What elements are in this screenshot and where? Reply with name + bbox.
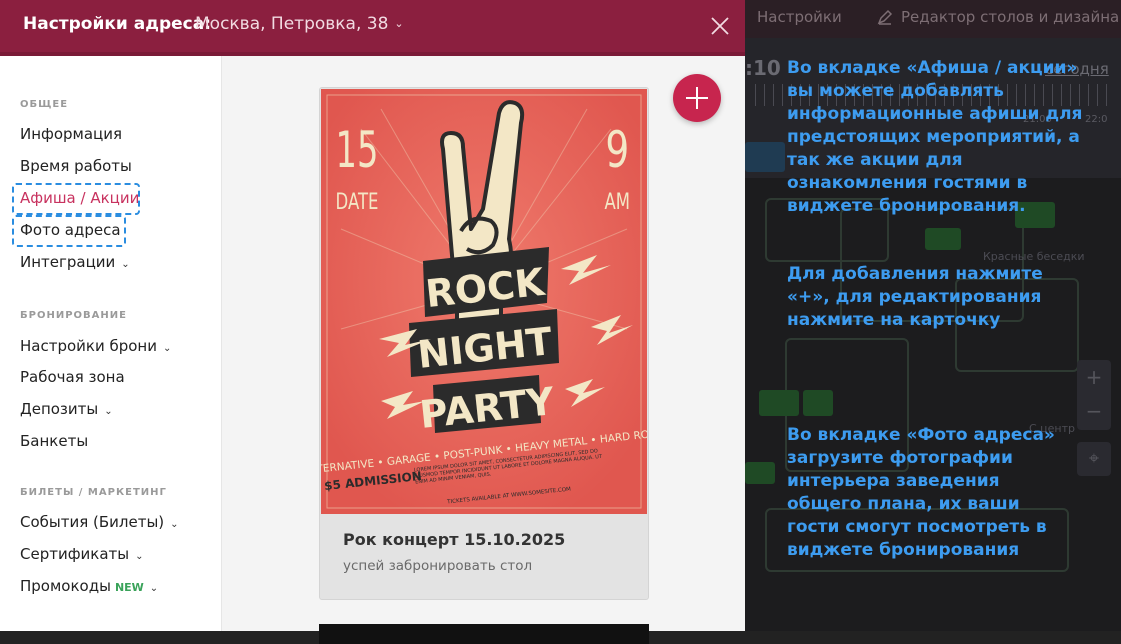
- chevron-down-icon: ⌄: [394, 17, 404, 30]
- poster-image: 15 DATE 9 AM ROCK NIGHT PARTY ALTERNATIV…: [321, 89, 647, 514]
- address-value: Москва, Петровка, 38: [195, 14, 389, 34]
- sidebar-item-certificates[interactable]: Сертификаты ⌄: [20, 545, 144, 563]
- background-table-green: [925, 228, 961, 250]
- section-heading-general: ОБЩЕЕ: [20, 99, 69, 110]
- address-settings-modal: Настройки адреса: Москва, Петровка, 38 ⌄ …: [0, 0, 745, 644]
- locate-icon: ⌖: [1077, 442, 1111, 476]
- background-table-green: [759, 390, 799, 416]
- afisha-card[interactable]: 15 DATE 9 AM ROCK NIGHT PARTY ALTERNATIV…: [319, 87, 649, 600]
- highlight-photos: [12, 215, 126, 247]
- modal-header: Настройки адреса: Москва, Петровка, 38 ⌄: [0, 0, 745, 56]
- poster-date-number: 15: [336, 122, 379, 180]
- chevron-down-icon: ⌄: [135, 551, 144, 562]
- chevron-down-icon: ⌄: [149, 583, 159, 594]
- afisha-content: 15 DATE 9 AM ROCK NIGHT PARTY ALTERNATIV…: [222, 56, 745, 644]
- pencil-icon: [877, 9, 893, 25]
- help-text-afisha: Во вкладке «Афиша / акции» вы можете доб…: [787, 58, 1083, 216]
- chevron-down-icon: ⌄: [163, 343, 172, 354]
- settings-sidebar: ОБЩЕЕ Информация Время работы Афиша / Ак…: [0, 56, 222, 631]
- add-button[interactable]: [673, 74, 721, 122]
- poster-time-number: 9: [605, 122, 629, 180]
- modal-title: Настройки адреса:: [23, 14, 212, 34]
- card-title: Рок концерт 15.10.2025: [343, 530, 566, 549]
- sidebar-item-booking-settings[interactable]: Настройки брони ⌄: [20, 337, 171, 355]
- background-settings-tab: Настройки: [757, 8, 842, 26]
- sidebar-item-deposits[interactable]: Депозиты ⌄: [20, 400, 113, 418]
- sidebar-item-work-zone[interactable]: Рабочая зона: [20, 368, 125, 386]
- background-zoom-control: + −: [1077, 360, 1111, 430]
- section-heading-tickets-marketing: БИЛЕТЫ / МАРКЕТИНГ: [20, 487, 167, 498]
- sidebar-item-events[interactable]: События (Билеты) ⌄: [20, 513, 179, 531]
- background-label: Красные беседки: [983, 250, 1085, 263]
- sidebar-item-banquets[interactable]: Банкеты: [20, 432, 88, 450]
- background-topbar: Настройки Редактор столов и дизайна: [745, 0, 1121, 38]
- section-heading-booking: БРОНИРОВАНИЕ: [20, 310, 127, 321]
- poster-date-label: DATE: [336, 189, 379, 215]
- background-table-green: [745, 462, 775, 484]
- sidebar-item-integrations[interactable]: Интеграции ⌄: [20, 253, 130, 271]
- background-table-green: [803, 390, 833, 416]
- background-hour: 22:0: [1085, 114, 1108, 125]
- chevron-down-icon: ⌄: [104, 406, 113, 417]
- sidebar-item-promocodes[interactable]: Промокоды NEW ⌄: [20, 577, 158, 595]
- background-reservation: [745, 142, 785, 172]
- background-editor-tab: Редактор столов и дизайна: [877, 8, 1119, 26]
- highlight-afisha: [12, 183, 140, 215]
- sidebar-item-working-hours[interactable]: Время работы: [20, 157, 132, 175]
- sidebar-item-information[interactable]: Информация: [20, 125, 122, 143]
- poster-time-label: AM: [604, 189, 630, 215]
- card-subtitle: успей забронировать стол: [343, 558, 533, 574]
- help-text-photos: Во вкладке «Фото адреса» загрузите фотог…: [787, 425, 1055, 560]
- chevron-down-icon: ⌄: [121, 259, 130, 270]
- chevron-down-icon: ⌄: [170, 519, 179, 530]
- close-icon[interactable]: [708, 14, 732, 38]
- background-floor-plan: Красные беседки С центр: [745, 178, 1121, 631]
- new-badge: NEW: [114, 581, 144, 594]
- background-time: :10: [745, 56, 781, 80]
- help-text-add: Для добавления нажмите «+», для редактир…: [787, 264, 1043, 330]
- afisha-card-second[interactable]: [319, 624, 649, 644]
- address-selector[interactable]: Москва, Петровка, 38 ⌄: [195, 14, 404, 34]
